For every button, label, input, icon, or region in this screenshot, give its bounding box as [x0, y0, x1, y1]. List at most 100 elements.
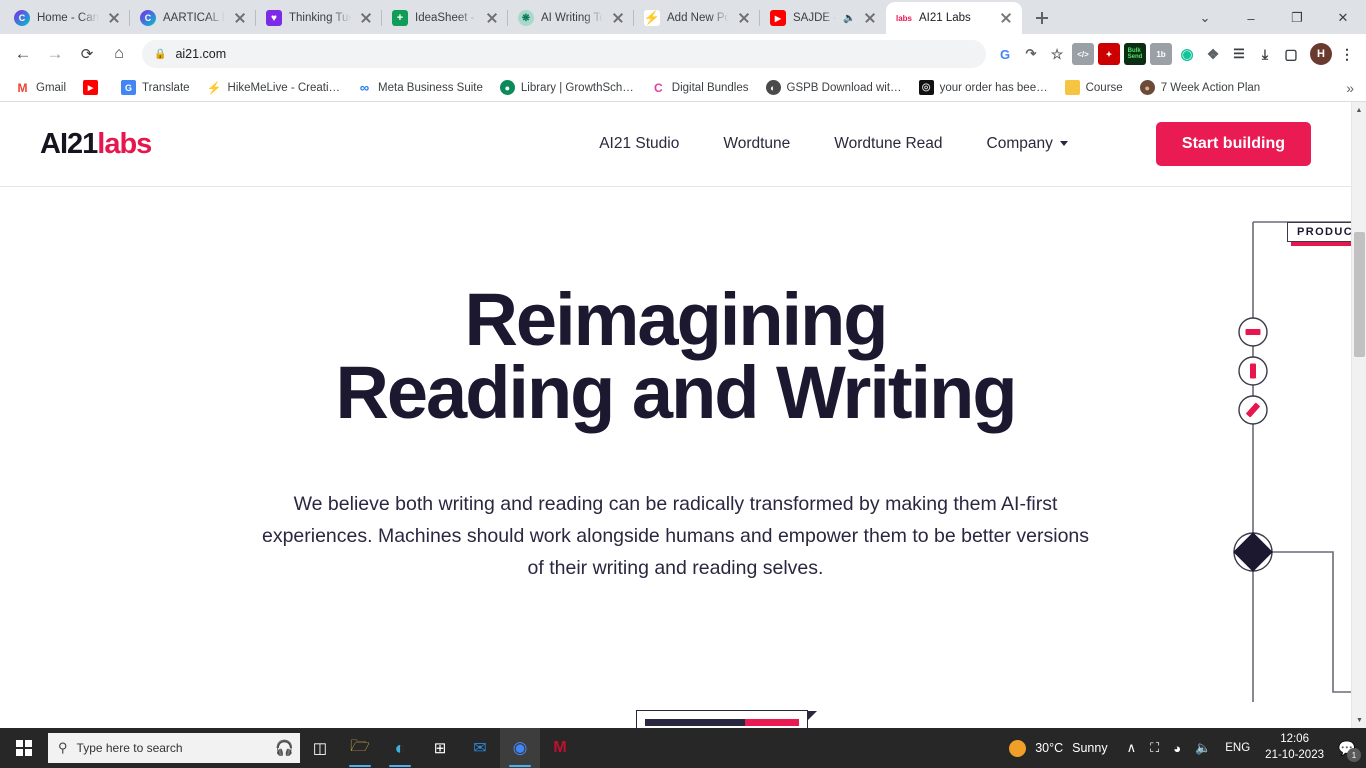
new-tab-button[interactable]	[1028, 4, 1056, 32]
tab-title: Thinking Tue	[289, 12, 351, 24]
tab-mute-icon[interactable]: 🔈	[843, 13, 855, 24]
google-lens-icon[interactable]: G	[994, 43, 1016, 65]
microsoft-edge-icon[interactable]: ◐	[380, 728, 420, 768]
bookmarks-overflow-button[interactable]: »	[1346, 80, 1358, 96]
sun-icon	[1009, 739, 1027, 757]
bulk-send-extension-icon[interactable]: Bulk Send	[1124, 43, 1146, 65]
page-title: Reimagining Reading and Writing	[0, 283, 1351, 430]
nav-item-wordtune[interactable]: Wordtune	[723, 135, 790, 153]
bookmark-youtube[interactable]: ▶	[76, 77, 111, 98]
microsoft-store-icon[interactable]: ⊞	[420, 728, 460, 768]
tab-title: SAJDE -	[793, 12, 836, 24]
reload-button[interactable]: ⟳	[72, 39, 102, 69]
language-indicator[interactable]: ENG	[1218, 728, 1257, 768]
bookmark-hikemelive[interactable]: ⚡ HikeMeLive - Creati…	[200, 77, 347, 98]
close-icon[interactable]	[736, 10, 752, 26]
task-view-icon[interactable]: ◫	[300, 728, 340, 768]
page-scrollbar[interactable]: ▲ ▼	[1351, 102, 1366, 728]
chrome-menu-icon[interactable]: ⋮	[1336, 43, 1358, 65]
tab-title: AI21 Labs	[919, 12, 971, 24]
gmail-icon: M	[15, 80, 30, 95]
mail-icon[interactable]: ✉	[460, 728, 500, 768]
clock[interactable]: 12:06 21-10-2023	[1257, 732, 1332, 763]
bookmark-gspb-download[interactable]: ◐ GSPB Download wit…	[759, 77, 909, 98]
browser-tab-0[interactable]: C Home - Canv	[4, 2, 130, 34]
home-button[interactable]: ⌂	[104, 39, 134, 69]
hero-section: Reimagining Reading and Writing We belie…	[0, 187, 1351, 584]
nav-item-ai21-studio[interactable]: AI21 Studio	[599, 135, 679, 153]
onetab-extension-icon[interactable]: 1b	[1150, 43, 1172, 65]
bookmark-library-growthschool[interactable]: ● Library | GrowthSch…	[493, 77, 641, 98]
downloads-icon[interactable]: ⤓	[1254, 43, 1276, 65]
magic-wand-extension-icon[interactable]: ✦	[1098, 43, 1120, 65]
scroll-down-arrow-icon[interactable]: ▼	[1352, 712, 1366, 728]
forward-button[interactable]: →	[40, 39, 70, 69]
notification-center-icon[interactable]: 💬 1	[1332, 728, 1362, 768]
ai21-labs-logo[interactable]: AI21labs	[40, 128, 152, 161]
youtube-icon: ▶	[770, 10, 786, 26]
close-window-button[interactable]: ✕	[1320, 2, 1366, 34]
bookmark-star-icon[interactable]: ☆	[1046, 43, 1068, 65]
grammarly-extension-icon[interactable]: ◉	[1176, 43, 1198, 65]
scroll-up-arrow-icon[interactable]: ▲	[1352, 102, 1366, 118]
close-icon[interactable]	[862, 10, 878, 26]
close-icon[interactable]	[106, 10, 122, 26]
bookmark-7-week-action-plan[interactable]: ● 7 Week Action Plan	[1133, 77, 1268, 98]
close-icon[interactable]	[484, 10, 500, 26]
browser-tab-3[interactable]: + IdeaSheet - H	[382, 2, 508, 34]
search-input[interactable]: ⚲ Type here to search 🎧	[48, 733, 300, 763]
bookmark-meta-business-suite[interactable]: ∞ Meta Business Suite	[350, 77, 490, 98]
lightning-icon: ⚡	[206, 80, 222, 95]
back-button[interactable]: ←	[8, 39, 38, 69]
minimize-button[interactable]: –	[1228, 2, 1274, 34]
bottom-card-preview	[636, 710, 817, 728]
sidepanel-icon[interactable]: ▢	[1280, 43, 1302, 65]
browser-tab-1[interactable]: C AARTICAL PO	[130, 2, 256, 34]
system-tray: 30°C Sunny ∧ ⛶ ◕ 🔈 ENG 12:06 21-10-2023 …	[997, 728, 1366, 768]
address-bar[interactable]: 🔒 ai21.com	[142, 40, 986, 68]
search-placeholder: Type here to search	[76, 741, 183, 755]
windows-start-icon[interactable]	[0, 728, 48, 768]
weather-description: Sunny	[1072, 741, 1108, 755]
puzzle-extensions-icon[interactable]: ❖	[1202, 43, 1224, 65]
bookmark-translate[interactable]: G Translate	[114, 77, 197, 98]
mcafee-icon[interactable]: M	[540, 728, 580, 768]
wifi-icon[interactable]: ◕	[1166, 728, 1188, 768]
close-icon[interactable]	[610, 10, 626, 26]
bookmark-your-order[interactable]: ◎ your order has bee…	[912, 77, 1055, 98]
close-icon[interactable]	[232, 10, 248, 26]
google-chrome-icon[interactable]: ◉	[500, 728, 540, 768]
browser-tab-5[interactable]: ⚡ Add New Po	[634, 2, 760, 34]
show-hidden-icons-chevron-up-icon[interactable]: ∧	[1120, 728, 1144, 768]
code-extension-icon[interactable]: </>	[1072, 43, 1094, 65]
browser-tab-4[interactable]: ❋ AI Writing To	[508, 2, 634, 34]
bookmark-label: Translate	[142, 81, 190, 94]
close-icon[interactable]	[998, 10, 1014, 26]
weather-widget[interactable]: 30°C Sunny	[997, 739, 1119, 757]
close-icon[interactable]	[358, 10, 374, 26]
playlist-icon[interactable]: ☰	[1228, 43, 1250, 65]
windows-logo	[16, 740, 32, 756]
bookmark-gmail[interactable]: M Gmail	[8, 77, 73, 98]
share-icon[interactable]: ↷	[1020, 43, 1042, 65]
tab-search-chevron-down-icon[interactable]: ⌄	[1182, 2, 1228, 34]
start-building-button[interactable]: Start building	[1155, 122, 1311, 166]
tab-strip: C Home - Canv C AARTICAL PO ♥ Thinking T…	[0, 0, 1366, 34]
browser-tab-7-active[interactable]: labs AI21 Labs	[886, 2, 1022, 34]
browser-tab-6[interactable]: ▶ SAJDE - 🔈	[760, 2, 886, 34]
bookmark-label: 7 Week Action Plan	[1160, 81, 1261, 94]
nav-item-company[interactable]: Company	[987, 135, 1068, 153]
bookmark-course[interactable]: Course	[1058, 77, 1130, 98]
bookmark-digital-bundles[interactable]: C Digital Bundles	[644, 77, 756, 98]
browser-tab-2[interactable]: ♥ Thinking Tue	[256, 2, 382, 34]
heart-icon: ♥	[266, 10, 282, 26]
search-decoration-icon: 🎧	[275, 740, 294, 757]
profile-avatar[interactable]: H	[1310, 43, 1332, 65]
volume-icon[interactable]: 🔈	[1188, 728, 1218, 768]
nav-item-wordtune-read[interactable]: Wordtune Read	[834, 135, 942, 153]
youtube-icon: ▶	[83, 80, 99, 95]
file-explorer-icon[interactable]: 🗁	[340, 728, 380, 768]
scrollbar-thumb[interactable]	[1354, 232, 1365, 357]
maximize-button[interactable]: ❐	[1274, 2, 1320, 34]
camera-icon[interactable]: ⛶	[1143, 728, 1166, 768]
